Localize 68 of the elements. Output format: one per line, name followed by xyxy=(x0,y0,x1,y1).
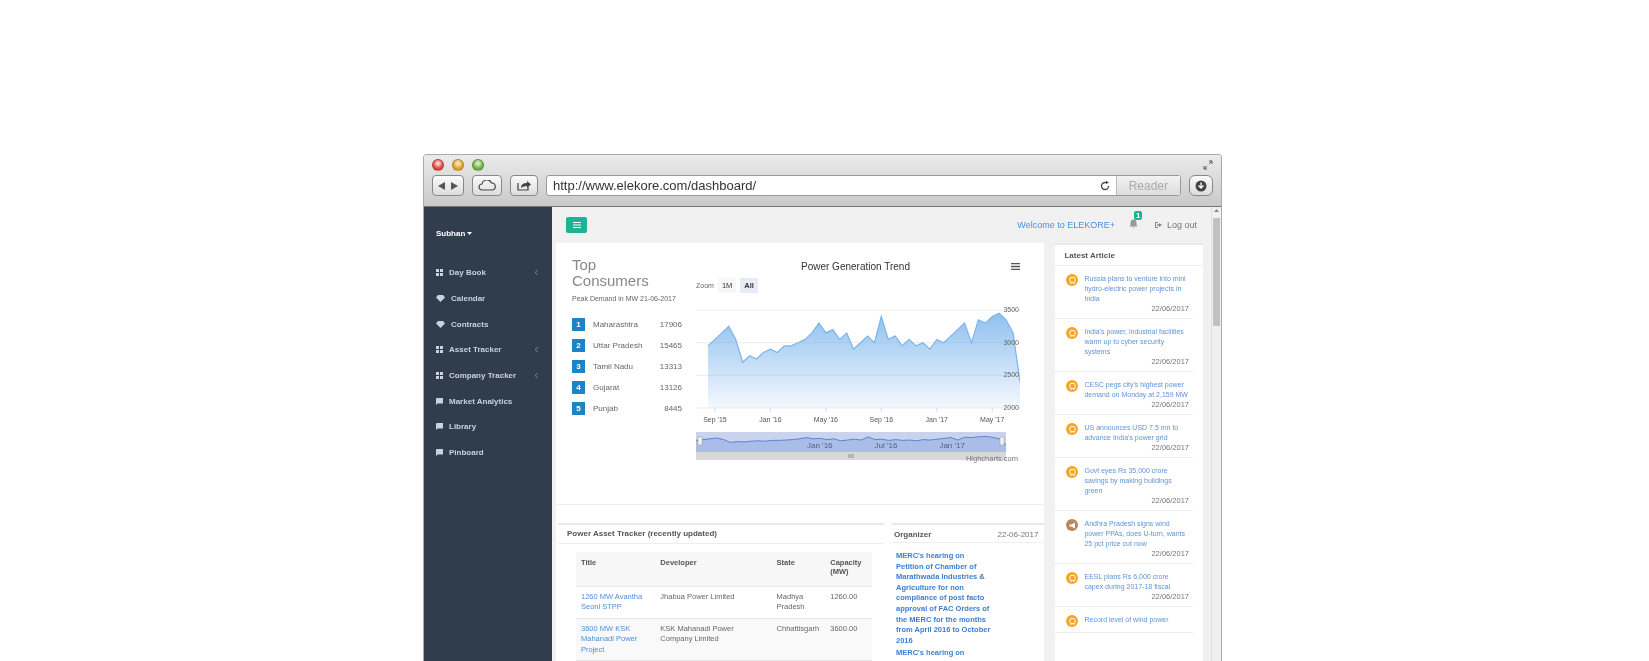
state-name: Gujarat xyxy=(593,383,621,392)
sign-out-icon xyxy=(1154,222,1162,228)
sidebar-item[interactable]: Company Tracker xyxy=(436,362,552,389)
scroll-thumb[interactable] xyxy=(1213,218,1220,326)
chevron-icon xyxy=(535,270,538,276)
sidebar-item[interactable]: Market Analytics xyxy=(436,388,552,415)
scrollbar[interactable] xyxy=(1211,207,1221,661)
navigator-label: Jul '16 xyxy=(874,441,898,452)
chart-title: Power Generation Trend xyxy=(801,261,910,272)
caret-icon xyxy=(467,232,473,235)
refresh-icon[interactable] xyxy=(1099,180,1110,191)
scroll-up-icon xyxy=(1214,209,1219,212)
user-menu[interactable]: Subhan xyxy=(436,229,552,238)
minimize-button[interactable] xyxy=(452,159,464,171)
panel-title: Top Consumers xyxy=(572,257,650,289)
address-bar[interactable]: http://www.elekore.com/dashboard/ Reader xyxy=(546,175,1181,196)
sidebar-item[interactable]: Asset Tracker xyxy=(436,337,552,363)
grid-icon xyxy=(436,346,443,354)
forward-icon xyxy=(451,181,458,190)
cloud-icon xyxy=(478,180,496,191)
welcome-link[interactable]: Welcome to ELEKORE+ xyxy=(1017,220,1115,230)
share-button[interactable] xyxy=(510,175,538,196)
rank-badge: 5 xyxy=(572,402,585,415)
rank-badge: 4 xyxy=(572,381,585,394)
maximize-button[interactable] xyxy=(472,159,484,171)
organizer-date: 22-06-2017 xyxy=(997,530,1039,540)
sidebar-item[interactable]: Pinboard xyxy=(436,439,552,466)
demand-value: 8445 xyxy=(664,404,682,413)
download-button[interactable] xyxy=(1189,175,1213,196)
back-forward-button[interactable] xyxy=(432,175,464,196)
demand-value: 13313 xyxy=(659,362,682,371)
download-icon xyxy=(1195,179,1207,192)
demand-value: 13126 xyxy=(659,383,682,392)
rank-badge: 3 xyxy=(572,360,585,373)
navigator-label: Jan '16 xyxy=(807,441,833,452)
logout-link[interactable]: Log out xyxy=(1154,220,1197,230)
back-icon xyxy=(438,181,445,190)
sidebar-item[interactable]: Day Book xyxy=(436,260,552,286)
chevron-icon xyxy=(535,373,538,379)
rank-badge: 2 xyxy=(572,339,585,352)
section-title: Organizer xyxy=(894,530,932,540)
navigator-label: Jan '17 xyxy=(939,441,965,452)
grid-icon xyxy=(436,269,443,277)
sidebar-item[interactable]: Library xyxy=(436,414,552,440)
sidebar-item[interactable]: Contracts xyxy=(436,311,552,338)
cloud-button[interactable] xyxy=(472,175,502,196)
diamond-icon xyxy=(436,295,445,303)
diamond-icon xyxy=(436,320,445,328)
demand-value: 17906 xyxy=(659,320,682,329)
section-title: Power Asset Tracker (recently updated) xyxy=(558,525,884,544)
chevron-icon xyxy=(535,347,538,353)
sidebar-item[interactable]: Calendar xyxy=(436,285,552,312)
share-icon xyxy=(517,180,531,191)
menu-icon[interactable] xyxy=(1011,263,1020,270)
close-button[interactable] xyxy=(432,159,444,171)
state-name: Maharashtra xyxy=(593,320,639,329)
menu-icon xyxy=(572,222,581,228)
demand-value: 15465 xyxy=(659,341,682,350)
panel-title: Latest Article xyxy=(1055,245,1203,266)
state-name: Tamil Nadu xyxy=(593,362,634,371)
state-name: Punjab xyxy=(593,404,619,413)
bell-icon[interactable] xyxy=(1128,219,1138,229)
rank-badge: 1 xyxy=(572,318,585,331)
grid-icon xyxy=(436,372,443,380)
state-name: Uttar Pradesh xyxy=(593,341,644,350)
notification-badge: 1 xyxy=(1133,211,1143,220)
menu-button[interactable] xyxy=(566,217,587,233)
resize-icon[interactable] xyxy=(1203,160,1213,170)
